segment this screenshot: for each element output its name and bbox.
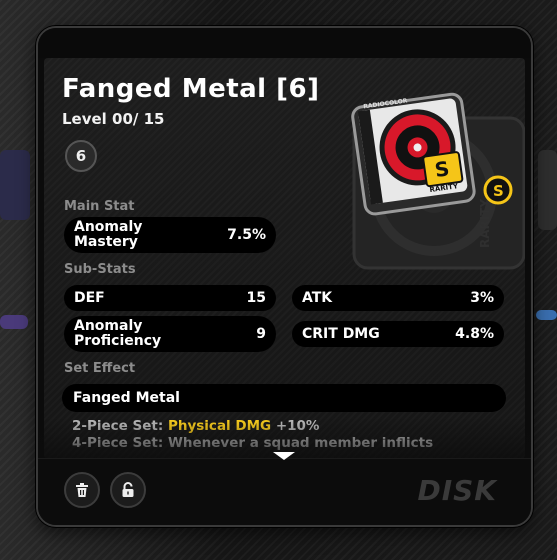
bg-left-element (0, 150, 30, 220)
rarity-badge-letter: S (493, 182, 504, 200)
sub-stat-value: 4.8% (455, 326, 494, 342)
bg-right-element (536, 310, 557, 320)
sub-stat-value: 9 (256, 326, 266, 342)
category-label: DISK (417, 474, 497, 507)
set-name-row: Fanged Metal (62, 384, 506, 412)
lock-toggle-button[interactable] (110, 472, 146, 508)
card-header-bar (38, 28, 531, 58)
two-piece-suffix: +10% (275, 418, 320, 434)
bg-left-element (0, 315, 28, 329)
trash-icon (76, 483, 88, 497)
two-piece-prefix: 2-Piece Set: (72, 418, 164, 434)
unlock-icon (122, 482, 134, 497)
main-stat-row: Anomaly Mastery 7.5% (64, 217, 276, 253)
two-piece-effect: 2-Piece Set: Physical DMG +10% (72, 418, 512, 435)
sub-stat-row: CRIT DMG 4.8% (292, 321, 504, 347)
sub-stat-name: Anomaly Proficiency (74, 318, 162, 349)
disk-title: Fanged Metal [6] (62, 74, 320, 104)
sub-stat-value: 3% (470, 290, 494, 306)
disk-detail-card: RARITY Fanged Metal [6] Level 00/ 15 6 S… (36, 26, 533, 527)
main-stat-value: 7.5% (227, 227, 266, 243)
slot-number-badge: 6 (65, 140, 97, 172)
four-piece-effect: 4-Piece Set: Whenever a squad member inf… (72, 435, 434, 451)
sub-stat-row: ATK 3% (292, 285, 504, 311)
sub-stat-row: DEF 15 (64, 285, 276, 311)
set-name: Fanged Metal (73, 390, 180, 406)
sub-stats-label: Sub-Stats (64, 262, 136, 277)
set-effect-description: 2-Piece Set: Physical DMG +10% 4-Piece S… (72, 418, 512, 452)
disk-level: Level 00/ 15 (62, 110, 165, 128)
set-effect-label: Set Effect (64, 361, 136, 376)
slot-number: 6 (75, 147, 87, 165)
sub-stat-row: Anomaly Proficiency 9 (64, 316, 276, 352)
sub-stat-name: ATK (302, 289, 333, 306)
main-stat-name: Anomaly Mastery (74, 219, 143, 250)
scroll-down-arrow-icon[interactable] (273, 452, 295, 460)
main-stat-label: Main Stat (64, 199, 135, 214)
sub-stat-value: 15 (246, 290, 266, 306)
disk-artwork: S RARITY RADIOCOLOR S (351, 92, 513, 216)
bg-right-element (538, 150, 557, 230)
delete-button[interactable] (64, 472, 100, 508)
sub-stat-name: DEF (74, 289, 105, 306)
two-piece-highlight: Physical DMG (167, 418, 272, 434)
sub-stat-name: CRIT DMG (302, 325, 380, 342)
